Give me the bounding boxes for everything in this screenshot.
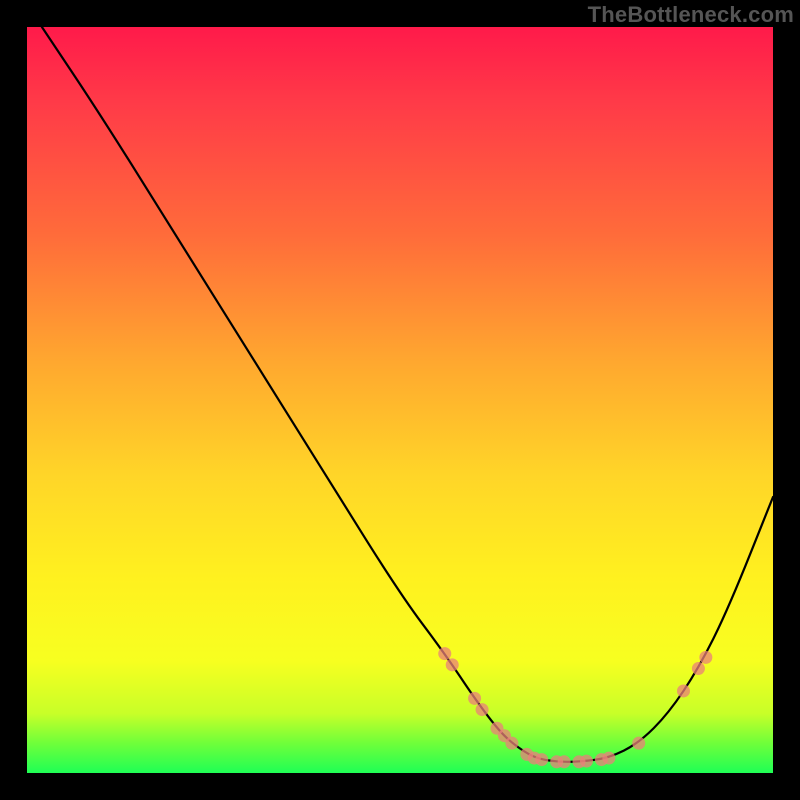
data-point (505, 737, 518, 750)
data-point (692, 662, 705, 675)
data-point (677, 684, 690, 697)
data-point (468, 692, 481, 705)
data-point (535, 753, 548, 766)
data-point (699, 651, 712, 664)
data-point (580, 755, 593, 768)
chart-frame: TheBottleneck.com (0, 0, 800, 800)
watermark-text: TheBottleneck.com (588, 2, 794, 28)
data-point (446, 658, 459, 671)
data-point (558, 755, 571, 768)
data-point (632, 737, 645, 750)
plot-area (27, 27, 773, 773)
data-point (476, 703, 489, 716)
curve-layer (27, 27, 773, 773)
bottleneck-curve (42, 27, 773, 762)
data-point (438, 647, 451, 660)
data-point (602, 752, 615, 765)
